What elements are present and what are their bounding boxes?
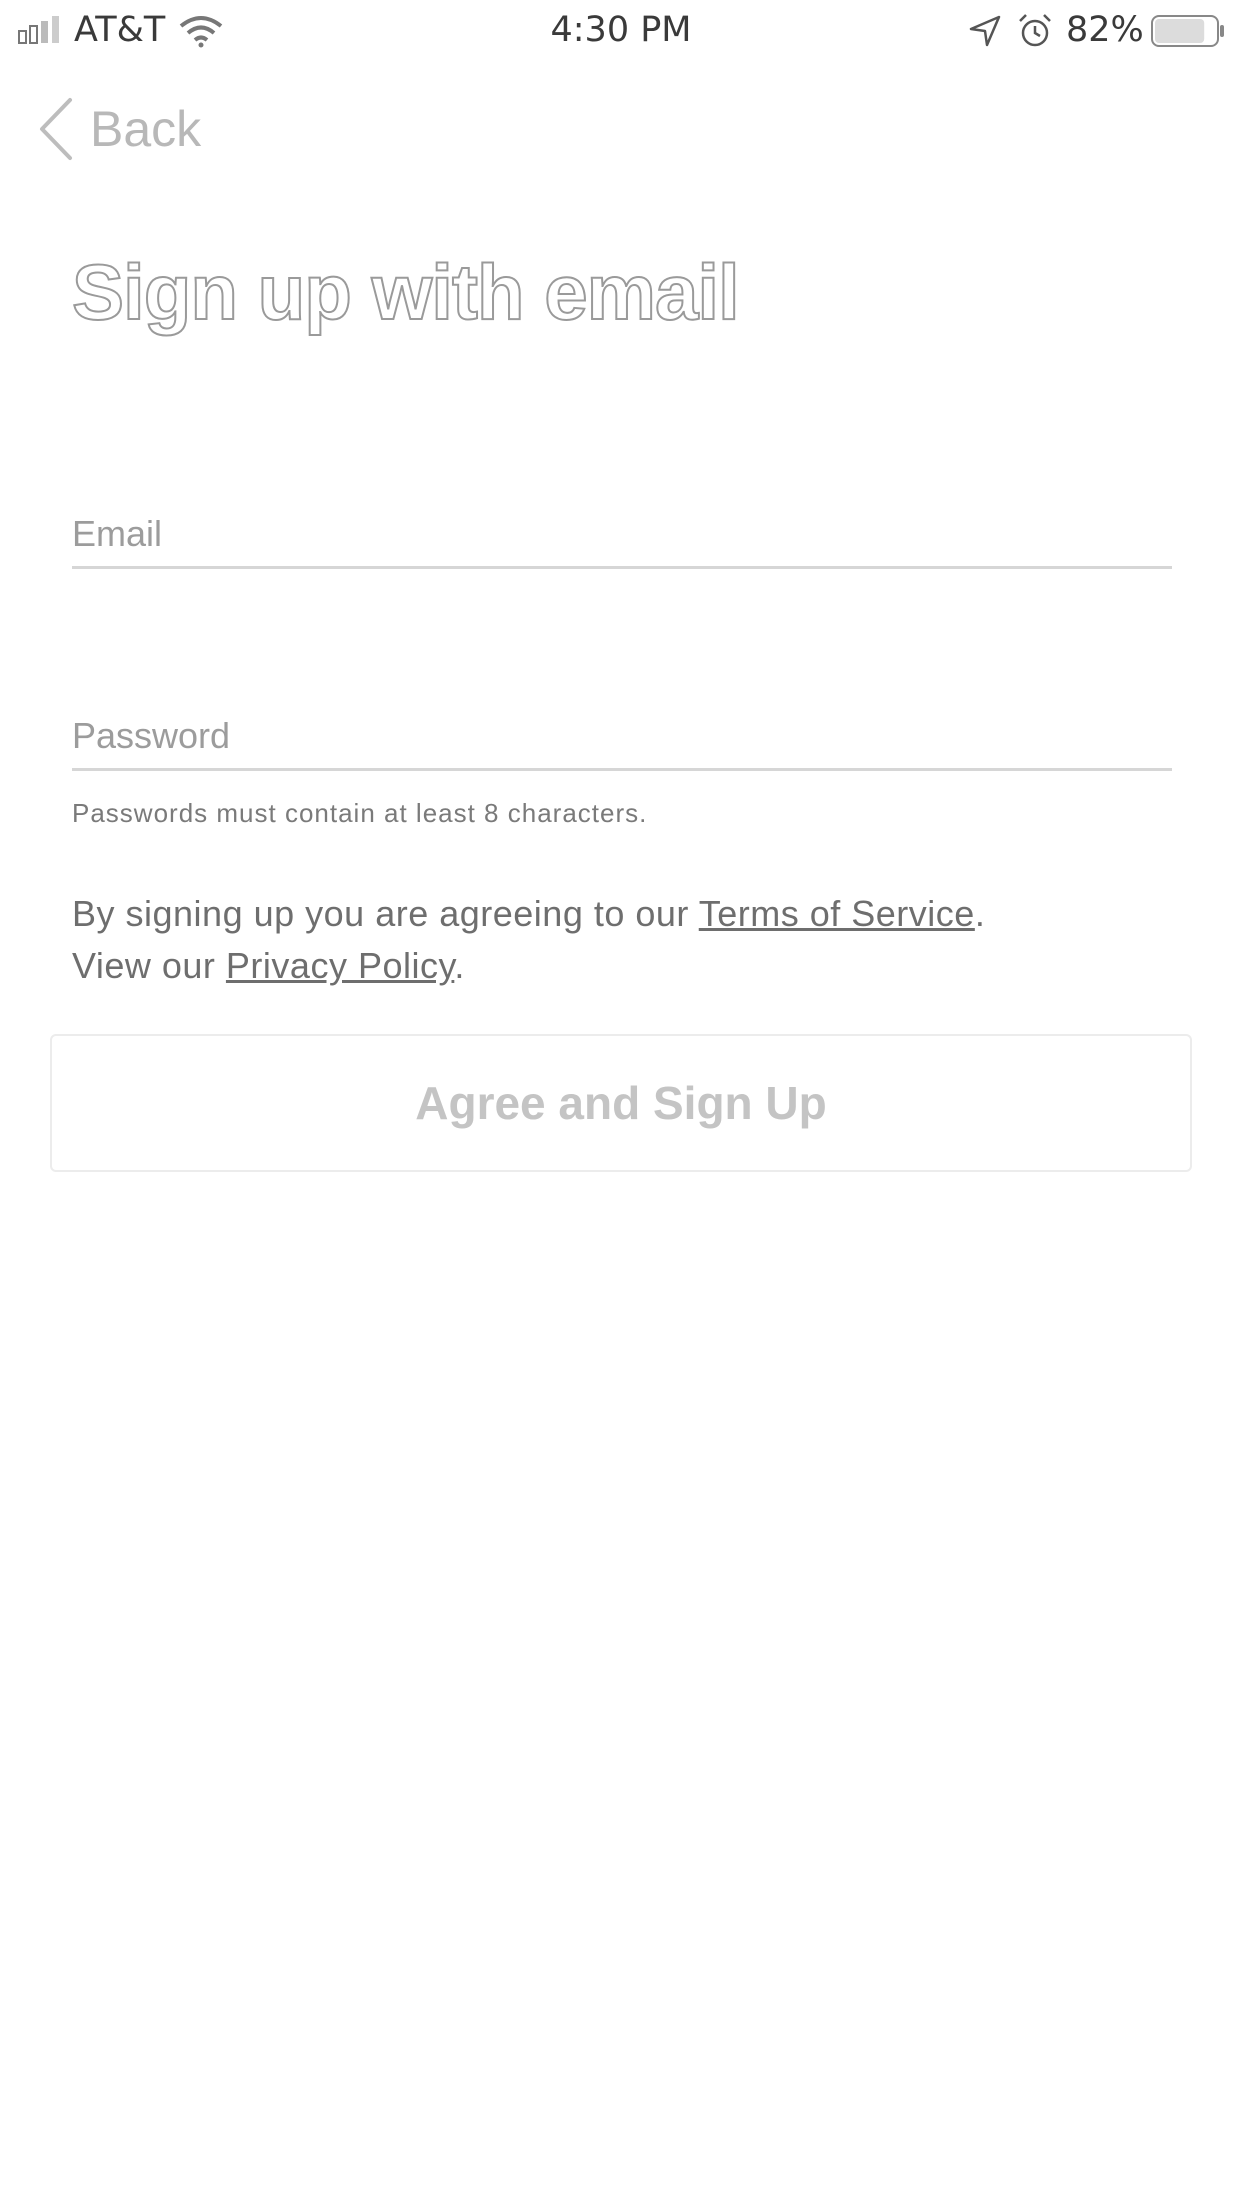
agreement-line2-prefix: View our	[72, 945, 226, 986]
back-button[interactable]: Back	[36, 94, 201, 164]
battery-percent: 82%	[1066, 10, 1144, 50]
email-field[interactable]	[72, 502, 1172, 569]
battery-icon	[1151, 15, 1224, 47]
page-title: Sign up with email	[71, 247, 741, 337]
agreement-text: By signing up you are agreeing to our Te…	[72, 888, 1172, 992]
alarm-icon	[1019, 14, 1051, 47]
location-icon	[969, 15, 1001, 47]
password-field[interactable]	[72, 704, 1172, 771]
status-bar: AT&T 4:30 PM 82%	[0, 0, 1242, 62]
agree-and-sign-up-button[interactable]: Agree and Sign Up	[50, 1034, 1192, 1172]
status-time: 4:30 PM	[550, 10, 692, 50]
chevron-left-icon	[40, 98, 72, 160]
password-hint: Passwords must contain at least 8 charac…	[72, 798, 648, 828]
agreement-line1-prefix: By signing up you are agreeing to our	[72, 893, 699, 934]
terms-of-service-link[interactable]: Terms of Service	[699, 893, 975, 934]
agreement-line2-suffix: .	[454, 945, 465, 986]
back-label: Back	[90, 101, 202, 157]
privacy-policy-link[interactable]: Privacy Policy	[226, 945, 454, 986]
agreement-line1-suffix: .	[974, 893, 986, 934]
